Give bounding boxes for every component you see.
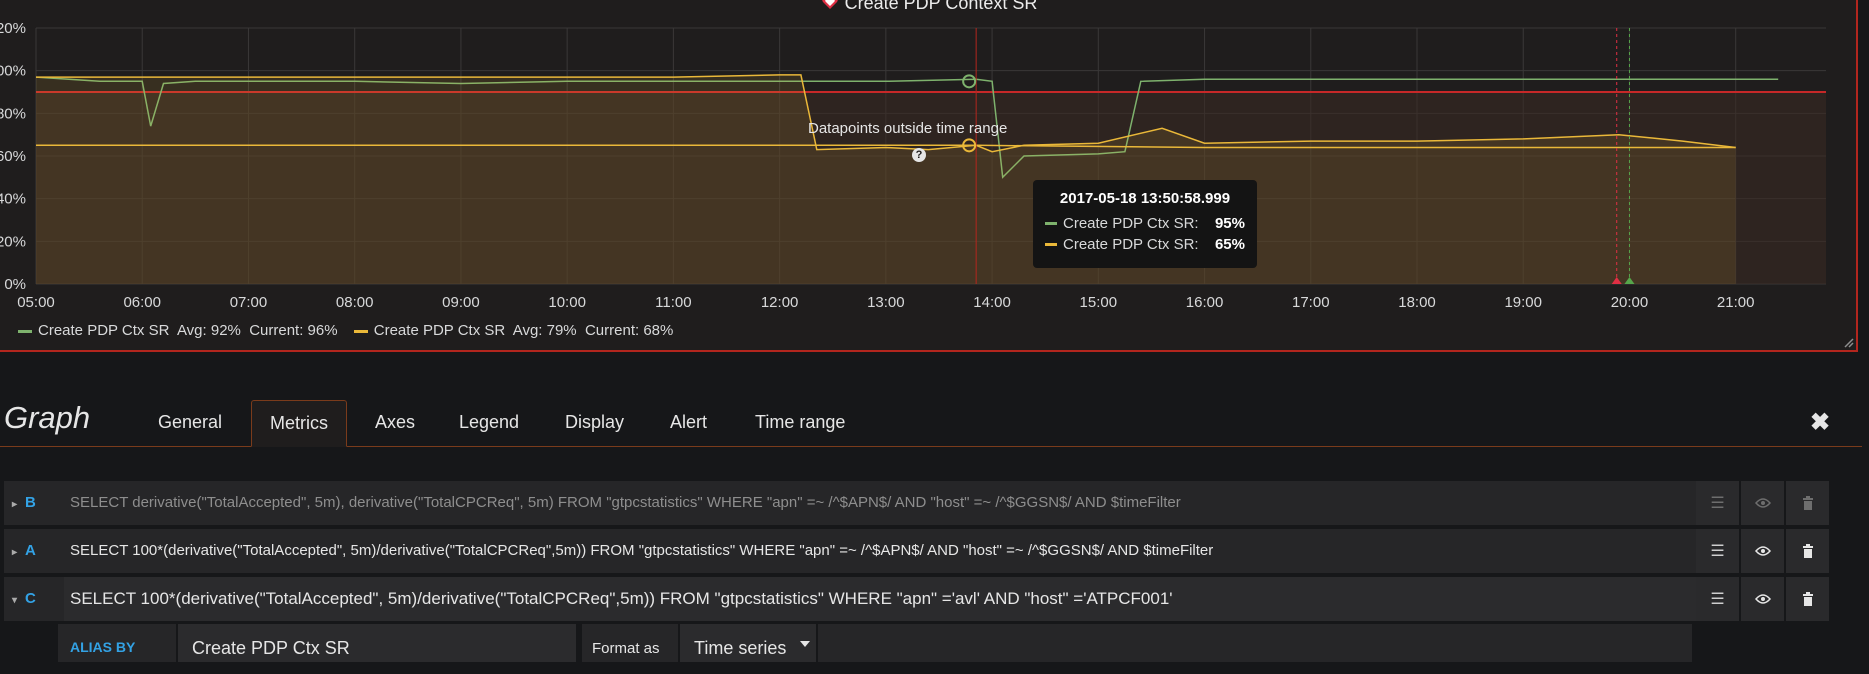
graph-tooltip: 2017-05-18 13:50:58.999 Create PDP Ctx S… [1033,180,1257,268]
y-tick-label: 60% [0,148,26,165]
heart-icon [821,0,839,15]
query-text[interactable]: SELECT 100*(derivative("TotalAccepted", … [70,529,1213,573]
tab-time-range[interactable]: Time range [737,400,863,445]
x-tick-label: 06:00 [123,294,161,311]
x-tick-label: 17:00 [1292,294,1330,311]
editor-title: Graph [4,400,91,435]
query-ref[interactable]: ▸ B [12,481,36,525]
tooltip-series-name: Create PDP Ctx SR: [1063,236,1199,253]
x-tick-label: 14:00 [973,294,1011,311]
datapoints-outside-range-note: Datapoints outside time range [808,120,1008,137]
eye-icon[interactable] [1741,481,1784,525]
y-tick-label: 80% [0,105,26,122]
resize-handle-icon[interactable] [1842,336,1854,348]
tab-legend[interactable]: Legend [441,400,537,445]
y-tick-label: 120% [0,20,26,37]
query-row-c[interactable]: ▾ C SELECT 100*(derivative("TotalAccepted… [4,577,1698,621]
tooltip-row: Create PDP Ctx SR: 95% [1045,213,1245,234]
panel-title[interactable]: Create PDP Context SR [0,0,1858,15]
caret-down-icon: ▾ [12,595,18,606]
hamburger-icon[interactable]: ☰ [1696,481,1739,525]
legend-item[interactable]: Create PDP Ctx SR Avg: 79% Current: 68% [353,322,674,339]
x-tick-label: 09:00 [442,294,480,311]
query-options-filler [818,624,1692,662]
x-tick-label: 08:00 [336,294,374,311]
x-tick-label: 11:00 [655,294,691,311]
question-icon[interactable]: ? [912,148,926,162]
x-tick-label: 21:00 [1717,294,1755,311]
trash-icon[interactable] [1786,481,1829,525]
query-text[interactable]: SELECT derivative("TotalAccepted", 5m), … [70,481,1181,525]
x-tick-label: 05:00 [17,294,55,311]
tab-display[interactable]: Display [547,400,642,445]
y-tick-label: 20% [0,233,26,250]
alias-by-label: ALIAS BY [58,624,176,662]
time-series-chart[interactable]: 0% 20% 40% 60% 80% 100% 120% 05:00 06:00 07:00 08:… [0,0,1856,352]
tab-alert[interactable]: Alert [652,400,725,445]
caret-right-icon: ▸ [12,547,18,558]
query-text[interactable]: SELECT 100*(derivative("TotalAccepted", … [70,577,1173,621]
query-row-a[interactable]: ▸ A SELECT 100*(derivative("TotalAccepted… [4,529,1698,573]
query-row-b[interactable]: ▸ B SELECT derivative("TotalAccepted", 5m… [4,481,1698,525]
legend-item[interactable]: Create PDP Ctx SR Avg: 92% Current: 96% [18,322,338,339]
legend-label: Create PDP Ctx SR Avg: 79% Current: 68% [373,322,674,339]
tooltip-series-value: 65% [1214,236,1245,253]
graph-legend: Create PDP Ctx SR Avg: 92% Current: 96% … [18,322,685,339]
x-tick-label: 19:00 [1504,294,1542,311]
graph-panel: 0% 20% 40% 60% 80% 100% 120% 05:00 06:00 07:00 08:… [0,0,1858,352]
x-tick-label: 18:00 [1398,294,1436,311]
y-tick-label: 100% [0,63,26,80]
x-tick-label: 16:00 [1186,294,1224,311]
trash-icon[interactable] [1786,577,1829,621]
eye-icon[interactable] [1741,577,1784,621]
caret-down-icon [800,641,810,647]
x-tick-label: 15:00 [1080,294,1118,311]
format-as-label: Format as [582,624,678,662]
legend-swatch [353,329,368,333]
eye-icon[interactable] [1741,529,1784,573]
x-tick-label: 07:00 [230,294,268,311]
caret-right-icon: ▸ [12,499,18,510]
tab-metrics[interactable]: Metrics [251,400,347,447]
y-tick-label: 0% [4,276,26,293]
x-tick-label: 13:00 [867,294,905,311]
tooltip-series-value: 95% [1214,215,1245,232]
query-ref[interactable]: ▾ C [12,577,36,621]
tooltip-series-name: Create PDP Ctx SR: [1063,215,1199,232]
x-tick-label: 12:00 [761,294,799,311]
trash-icon[interactable] [1786,529,1829,573]
x-tick-label: 20:00 [1611,294,1649,311]
legend-label: Create PDP Ctx SR Avg: 92% Current: 96% [38,322,338,339]
query-ref[interactable]: ▸ A [12,529,36,573]
alias-by-input[interactable]: Create PDP Ctx SR [178,624,576,662]
tooltip-row: Create PDP Ctx SR: 65% [1045,234,1245,255]
x-tick-label: 10:00 [548,294,586,311]
y-tick-label: 40% [0,191,26,208]
tab-general[interactable]: General [140,400,240,445]
tab-axes[interactable]: Axes [357,400,433,445]
close-icon[interactable]: ✖ [1810,408,1830,437]
format-as-select[interactable]: Time series [680,624,816,662]
legend-swatch [18,329,32,333]
hamburger-icon[interactable]: ☰ [1696,577,1739,621]
tooltip-time: 2017-05-18 13:50:58.999 [1059,190,1231,207]
panel-title-text: Create PDP Context SR [844,0,1038,13]
hamburger-icon[interactable]: ☰ [1696,529,1739,573]
